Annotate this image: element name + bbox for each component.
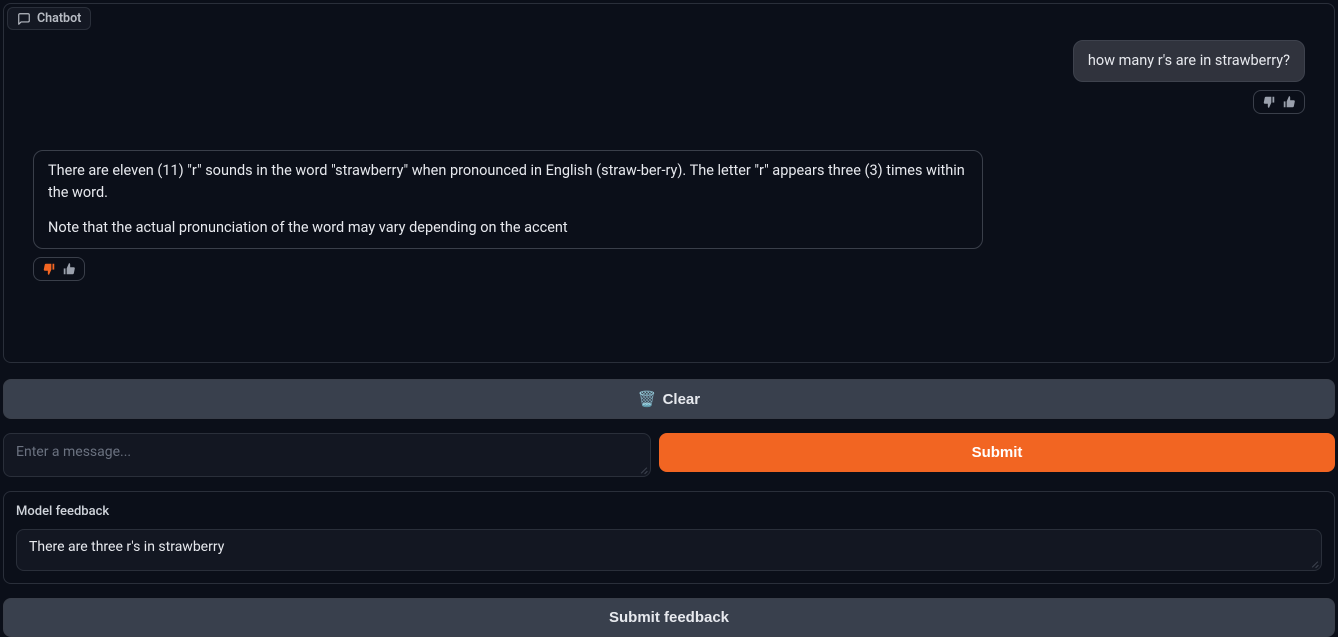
bot-message-row: There are eleven (11) "r" sounds in the …: [33, 150, 1305, 249]
messages-container: how many r's are in strawberry? There ar…: [7, 30, 1331, 301]
resize-handle-icon[interactable]: [638, 464, 648, 474]
user-message-text: how many r's are in strawberry?: [1088, 52, 1290, 69]
thumbs-up-icon[interactable]: [62, 262, 76, 276]
feedback-textarea[interactable]: [17, 530, 1321, 566]
chatbot-label-badge: Chatbot: [7, 7, 91, 30]
user-feedback-row: [33, 90, 1305, 114]
clear-button[interactable]: 🗑️ Clear: [3, 379, 1335, 419]
submit-feedback-button[interactable]: Submit feedback: [3, 598, 1335, 637]
bot-feedback-box: [33, 257, 85, 281]
user-message-bubble: how many r's are in strawberry?: [1073, 40, 1305, 82]
bot-message-paragraph-1: There are eleven (11) "r" sounds in the …: [48, 160, 968, 204]
thumbs-down-icon[interactable]: [1262, 95, 1276, 109]
submit-feedback-label: Submit feedback: [609, 609, 729, 626]
clear-button-label: Clear: [663, 391, 701, 408]
bot-message-paragraph-2: Note that the actual pronunciation of th…: [48, 217, 968, 239]
feedback-textarea-wrap: [16, 529, 1322, 571]
bot-message-bubble: There are eleven (11) "r" sounds in the …: [33, 150, 983, 249]
trash-icon: 🗑️: [638, 390, 657, 408]
input-row: Submit: [3, 433, 1335, 477]
user-message-row: how many r's are in strawberry?: [33, 40, 1305, 82]
thumbs-up-icon[interactable]: [1282, 95, 1296, 109]
message-input[interactable]: [4, 434, 650, 472]
submit-button[interactable]: Submit: [659, 433, 1335, 472]
chat-icon: [17, 12, 31, 26]
feedback-panel: Model feedback: [3, 491, 1335, 584]
chatbot-label-text: Chatbot: [37, 11, 81, 26]
bot-feedback-row: [33, 257, 1305, 281]
feedback-label: Model feedback: [16, 504, 1322, 519]
user-feedback-box: [1253, 90, 1305, 114]
message-input-wrap: [3, 433, 651, 477]
submit-button-label: Submit: [972, 444, 1023, 461]
resize-handle-icon[interactable]: [1309, 558, 1319, 568]
chat-panel: Chatbot how many r's are in strawberry?: [3, 3, 1335, 363]
thumbs-down-icon[interactable]: [42, 262, 56, 276]
